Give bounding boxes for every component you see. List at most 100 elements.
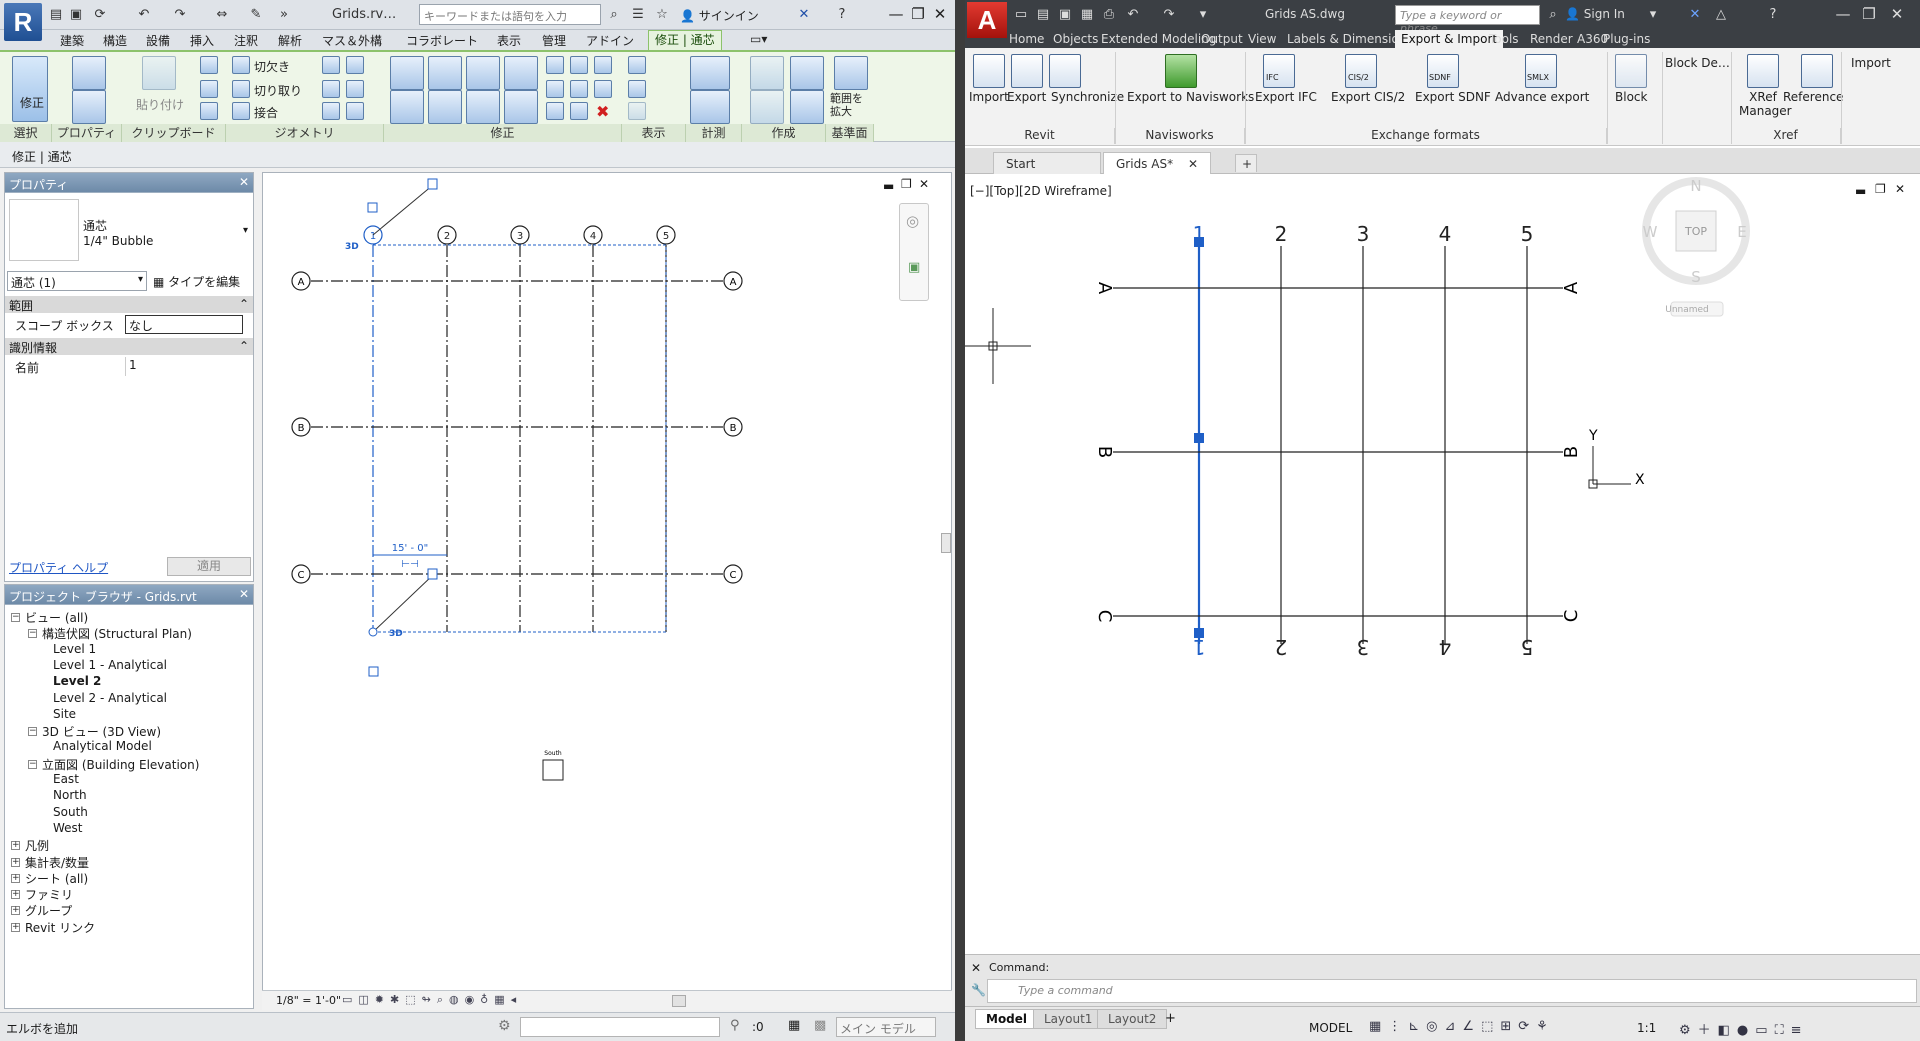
expand-toggle[interactable]: + (11, 873, 20, 883)
view-control-icons[interactable]: ▭◫✹✱⬚↬⌕◍◉♁▦◂ (342, 993, 522, 1007)
expand-toggle[interactable]: + (11, 857, 20, 867)
save-icon[interactable]: ▣ (68, 7, 84, 23)
revit-app-button[interactable]: R (4, 3, 42, 41)
trim-multi-icon[interactable] (546, 102, 564, 120)
split-gap-icon[interactable] (570, 56, 588, 74)
undo-icon[interactable]: ↶ (1125, 7, 1141, 23)
tab-render[interactable]: Render (1530, 32, 1573, 46)
pin-icon[interactable] (594, 80, 612, 98)
layout-tab-model[interactable]: Model (975, 1009, 1039, 1029)
block-definition-label[interactable]: Block De… (1665, 56, 1730, 70)
scope-box-field[interactable]: なし (125, 315, 243, 334)
vertical-scrollbar[interactable] (941, 533, 951, 553)
scale-icon[interactable] (570, 80, 588, 98)
expand-toggle[interactable]: − (28, 727, 37, 737)
annotation-scale[interactable]: 1:1 (1637, 1021, 1656, 1035)
browser-item[interactable]: 集計表/数量 (25, 854, 89, 871)
instance-selector[interactable]: 通芯 (1) ▾ (7, 271, 147, 291)
geometry-d-icon[interactable] (346, 80, 364, 98)
panel-select[interactable]: 選択 (0, 124, 52, 142)
minimize-button[interactable]: — (1833, 4, 1853, 24)
expand-toggle[interactable]: + (11, 841, 20, 851)
autocad-search-input[interactable]: Type a keyword or phrase (1395, 5, 1540, 35)
tab-architecture[interactable]: 建築 (60, 32, 84, 49)
maximize-3d-extents-icon[interactable] (834, 56, 868, 90)
array-icon[interactable] (546, 80, 564, 98)
plot-icon[interactable]: ⎙ (1101, 7, 1117, 23)
redo-icon[interactable]: ↷ (172, 7, 188, 23)
design-options-select[interactable] (520, 1017, 720, 1037)
star-icon[interactable]: ☆ (654, 7, 670, 23)
main-model-select[interactable]: メイン モデル (836, 1017, 936, 1037)
tab-labels-dimensions[interactable]: Labels & Dimensions (1287, 32, 1413, 46)
expand-toggle[interactable]: − (28, 759, 37, 769)
reference-icon[interactable] (1801, 54, 1833, 88)
tab-options-icon[interactable]: ▭▾ (750, 32, 767, 46)
browser-item[interactable]: ファミリ (25, 886, 73, 903)
expand-toggle[interactable]: − (11, 613, 20, 622)
new-tab-button[interactable]: + (1235, 154, 1257, 172)
export-sdnf-icon[interactable]: SDNF (1427, 54, 1459, 88)
open-icon[interactable]: ▤ (48, 7, 64, 23)
exchange-icon[interactable]: ✕ (1687, 7, 1703, 23)
mirror-draw-icon[interactable] (504, 56, 538, 90)
browser-item[interactable]: West (53, 821, 83, 835)
browser-item[interactable]: 凡例 (25, 837, 49, 854)
unpin-icon[interactable] (594, 56, 612, 74)
signin-dropdown-icon[interactable]: ▾ (1645, 7, 1661, 23)
tab-manage[interactable]: 管理 (542, 32, 566, 49)
expand-toggle[interactable]: + (11, 922, 20, 932)
revit-drawing-area[interactable]: ▬ ❐ ✕ ◎ ▣ 1 2 3 4 5 A A B B C C 3D 3D 15' - 0" ⊢⊣ South (262, 172, 952, 1010)
lightbulb-icon[interactable] (628, 56, 646, 74)
tab-tools[interactable]: Tools (1489, 32, 1519, 46)
export-ifc-label[interactable]: Export IFC (1255, 90, 1317, 104)
browser-item[interactable]: ビュー (all) (25, 609, 88, 626)
tab-view[interactable]: View (1248, 32, 1276, 46)
tab-insert[interactable]: 挿入 (190, 32, 214, 49)
close-button[interactable]: ✕ (930, 4, 950, 24)
modify-button[interactable] (12, 56, 48, 122)
autocad-app-button[interactable]: A (967, 2, 1007, 38)
close-icon[interactable]: ✕ (239, 175, 249, 189)
tab-plug-ins[interactable]: Plug-ins (1603, 32, 1650, 46)
browser-item[interactable]: Level 2 - Analytical (53, 691, 167, 705)
synchronize-icon[interactable] (1049, 54, 1081, 88)
xref-manager-label[interactable]: XRef Manager (1739, 90, 1792, 118)
workspace-icon[interactable]: ▾ (1195, 7, 1211, 23)
tab-systems[interactable]: 設備 (146, 32, 170, 49)
move-icon[interactable] (390, 90, 424, 124)
panel-exchange-formats[interactable]: Exchange formats (1245, 128, 1607, 144)
tab-modify-grids[interactable]: 修正 | 通芯 (648, 30, 722, 50)
binoculars-icon[interactable]: ⌕ (606, 7, 622, 23)
synchronize-label[interactable]: Synchronize (1051, 90, 1124, 104)
override-icon[interactable] (628, 80, 646, 98)
navisworks-icon[interactable] (1165, 54, 1197, 88)
extend-icon[interactable] (570, 102, 588, 120)
browser-item[interactable]: グループ (25, 902, 72, 919)
mirror-pick-icon[interactable] (466, 56, 500, 90)
offset-icon[interactable] (428, 56, 462, 90)
filter-icon[interactable]: ⚲ (730, 1018, 740, 1033)
browser-item[interactable]: 構造伏図 (Structural Plan) (42, 625, 192, 642)
save-icon[interactable]: ▣ (1057, 7, 1073, 23)
copy-element-icon[interactable] (428, 90, 462, 124)
open-icon[interactable]: ▤ (1035, 7, 1051, 23)
close-button[interactable]: ✕ (1887, 4, 1907, 24)
view-scale[interactable]: 1/8" = 1'-0" (276, 994, 341, 1007)
editable-only-icon[interactable]: ▦ (788, 1018, 800, 1033)
geometry-c-icon[interactable] (322, 80, 340, 98)
expand-toggle[interactable]: + (11, 890, 20, 900)
exclude-options-icon[interactable]: ▩ (814, 1018, 826, 1033)
autocad-drawing-area[interactable]: [−][Top][2D Wireframe] ▬ ❐ ✕ 1122334455A… (965, 174, 1920, 954)
pencil-icon[interactable]: ✎ (248, 7, 264, 23)
properties-help-link[interactable]: プロパティ ヘルプ (9, 559, 108, 576)
advance-export-icon[interactable]: SMLX (1525, 54, 1557, 88)
sync-icon[interactable]: ⟳ (92, 7, 108, 23)
apply-button[interactable]: 適用 (167, 557, 251, 576)
revit-signin-button[interactable]: 👤 サインイン (680, 7, 759, 24)
geometry-f-icon[interactable] (346, 102, 364, 120)
saveas-icon[interactable]: ▦ (1079, 7, 1095, 23)
qnew-icon[interactable]: ▭ (1013, 7, 1029, 23)
trim-icon[interactable] (504, 90, 538, 124)
browser-item[interactable]: South (53, 805, 88, 819)
